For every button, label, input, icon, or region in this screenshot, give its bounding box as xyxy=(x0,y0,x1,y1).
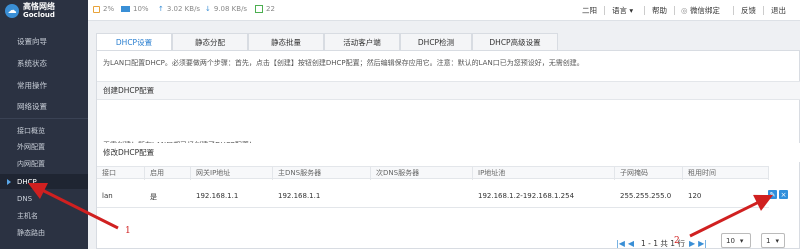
divider xyxy=(97,207,769,208)
page-size-value: 10 xyxy=(726,236,735,245)
tab-static-assign[interactable]: 静态分配 xyxy=(172,33,248,50)
tab-static-batch[interactable]: 静态批量 xyxy=(248,33,324,50)
cpu-icon xyxy=(93,5,100,13)
next-page-icon[interactable]: ▶ xyxy=(689,239,695,248)
cell-lease: 120 xyxy=(688,192,702,200)
logo-icon: ☁ xyxy=(5,3,19,18)
sidebar-item-interface-overview[interactable]: 接口概览 xyxy=(0,124,88,138)
annotation-label-1: 1 xyxy=(125,226,131,236)
cell-primary-dns: 192.168.1.1 xyxy=(278,192,321,200)
users-stat: 22 xyxy=(255,5,275,13)
download-arrow-icon: ↓ xyxy=(205,5,211,13)
delete-button[interactable]: × xyxy=(779,190,788,199)
divider xyxy=(733,6,734,15)
sidebar-item-hostname[interactable]: 主机名 xyxy=(0,209,88,223)
memory-icon xyxy=(121,6,130,12)
feedback-link[interactable]: 反馈 xyxy=(741,5,756,16)
cell-interface: lan xyxy=(102,192,113,200)
cpu-value: 2% xyxy=(103,5,115,13)
sidebar: ☁ 高恪网络 Gocloud 设置向导 系统状态 常用操作 网络设置 接口概览 … xyxy=(0,0,88,249)
annotation-label-2: 2 xyxy=(674,236,680,246)
modify-section-title: 修改DHCP配置 xyxy=(97,143,800,162)
pencil-icon: ✎ xyxy=(769,190,776,199)
close-icon: × xyxy=(780,190,787,199)
cell-ip-pool: 192.168.1.2-192.168.1.254 xyxy=(478,192,575,200)
col-ip-pool: IP地址池 xyxy=(473,167,615,180)
first-page-icon[interactable]: |◀ xyxy=(616,239,625,248)
download-value: 9.08 KB/s xyxy=(213,5,248,13)
chevron-down-icon: ▾ xyxy=(629,6,634,15)
page-size-select[interactable]: 10 ▾ xyxy=(721,233,751,248)
chevron-down-icon: ▾ xyxy=(739,236,744,245)
sidebar-item-dhcp[interactable]: DHCP xyxy=(0,174,88,189)
col-lease: 租用时间 xyxy=(683,167,769,180)
col-secondary-dns: 次DNS服务器 xyxy=(371,167,473,180)
page-select[interactable]: 1 ▾ xyxy=(761,233,785,248)
sidebar-item-common-ops[interactable]: 常用操作 xyxy=(0,78,88,92)
help-link[interactable]: 帮助 xyxy=(652,5,667,16)
divider xyxy=(0,118,88,119)
wechat-icon: ◎ xyxy=(681,6,688,15)
divider xyxy=(763,6,764,15)
sidebar-item-network-settings[interactable]: 网络设置 xyxy=(0,99,88,113)
divider xyxy=(604,6,605,15)
sidebar-item-lan[interactable]: 内网配置 xyxy=(0,157,88,171)
users-value: 22 xyxy=(266,5,275,13)
col-subnet: 子网掩码 xyxy=(615,167,683,180)
upload-stat: ↑ 3.02 KB/s xyxy=(158,5,200,13)
wechat-label: 微信绑定 xyxy=(689,6,720,15)
mem-value: 10% xyxy=(133,5,149,13)
chevron-down-icon: ▾ xyxy=(775,236,779,245)
cell-gateway: 192.168.1.1 xyxy=(196,192,239,200)
upload-value: 3.02 KB/s xyxy=(166,5,201,13)
info-text: 为LAN口配置DHCP。必须要做两个步骤：首先，点击【创建】按钮创建DHCP配置… xyxy=(103,59,584,67)
language-menu[interactable]: 语言 ▾ xyxy=(612,5,633,16)
cell-enabled: 是 xyxy=(150,193,157,201)
tab-dhcp-settings[interactable]: DHCP设置 xyxy=(96,33,172,51)
wechat-bind-link[interactable]: ◎ 微信绑定 xyxy=(681,5,720,16)
tab-dhcp-detect[interactable]: DHCP检测 xyxy=(400,33,472,50)
prev-page-icon[interactable]: ◀ xyxy=(628,239,634,248)
brand-sub: Gocloud xyxy=(23,10,55,19)
edit-button[interactable]: ✎ xyxy=(768,190,777,199)
username[interactable]: 二阳 xyxy=(582,5,597,16)
dhcp-panel: 为LAN口配置DHCP。必须要做两个步骤：首先，点击【创建】按钮创建DHCP配置… xyxy=(96,50,800,249)
col-enabled: 启用 xyxy=(145,167,191,180)
last-page-icon[interactable]: ▶| xyxy=(698,239,707,248)
col-interface: 接口 xyxy=(97,167,145,180)
page-value: 1 xyxy=(766,236,771,245)
download-stat: ↓ 9.08 KB/s xyxy=(205,5,247,13)
create-section-title: 创建DHCP配置 xyxy=(97,81,800,100)
logo: ☁ 高恪网络 Gocloud xyxy=(0,0,88,21)
top-bar: 2% 10% ↑ 3.02 KB/s ↓ 9.08 KB/s 22 二阳 语言 … xyxy=(88,0,800,21)
col-gateway: 网关IP地址 xyxy=(191,167,273,180)
users-icon xyxy=(255,5,263,13)
tab-dhcp-advanced[interactable]: DHCP高级设置 xyxy=(472,33,558,50)
pagination: |◀ ◀ 1 - 1 共 1 行 ▶ ▶| xyxy=(616,238,710,249)
sidebar-item-system-status[interactable]: 系统状态 xyxy=(0,56,88,70)
table-header: 接口 启用 网关IP地址 主DNS服务器 次DNS服务器 IP地址池 子网掩码 … xyxy=(97,166,769,180)
sidebar-item-wan[interactable]: 外网配置 xyxy=(0,140,88,154)
mem-stat: 10% xyxy=(121,5,149,13)
brand-name: 高恪网络 xyxy=(23,1,55,11)
sidebar-item-dns[interactable]: DNS xyxy=(0,192,88,206)
logout-link[interactable]: 退出 xyxy=(771,5,786,16)
language-label: 语言 xyxy=(612,6,627,15)
sidebar-item-static-route[interactable]: 静态路由 xyxy=(0,226,88,240)
cpu-stat: 2% xyxy=(93,5,114,13)
divider xyxy=(674,6,675,15)
main-content: DHCP设置 静态分配 静态批量 活动客户端 DHCP检测 DHCP高级设置 为… xyxy=(88,21,800,249)
sidebar-item-setup-wizard[interactable]: 设置向导 xyxy=(0,34,88,48)
tab-active-clients[interactable]: 活动客户端 xyxy=(324,33,400,50)
col-primary-dns: 主DNS服务器 xyxy=(273,167,371,180)
cell-subnet: 255.255.255.0 xyxy=(620,192,672,200)
upload-arrow-icon: ↑ xyxy=(158,5,164,13)
divider xyxy=(644,6,645,15)
